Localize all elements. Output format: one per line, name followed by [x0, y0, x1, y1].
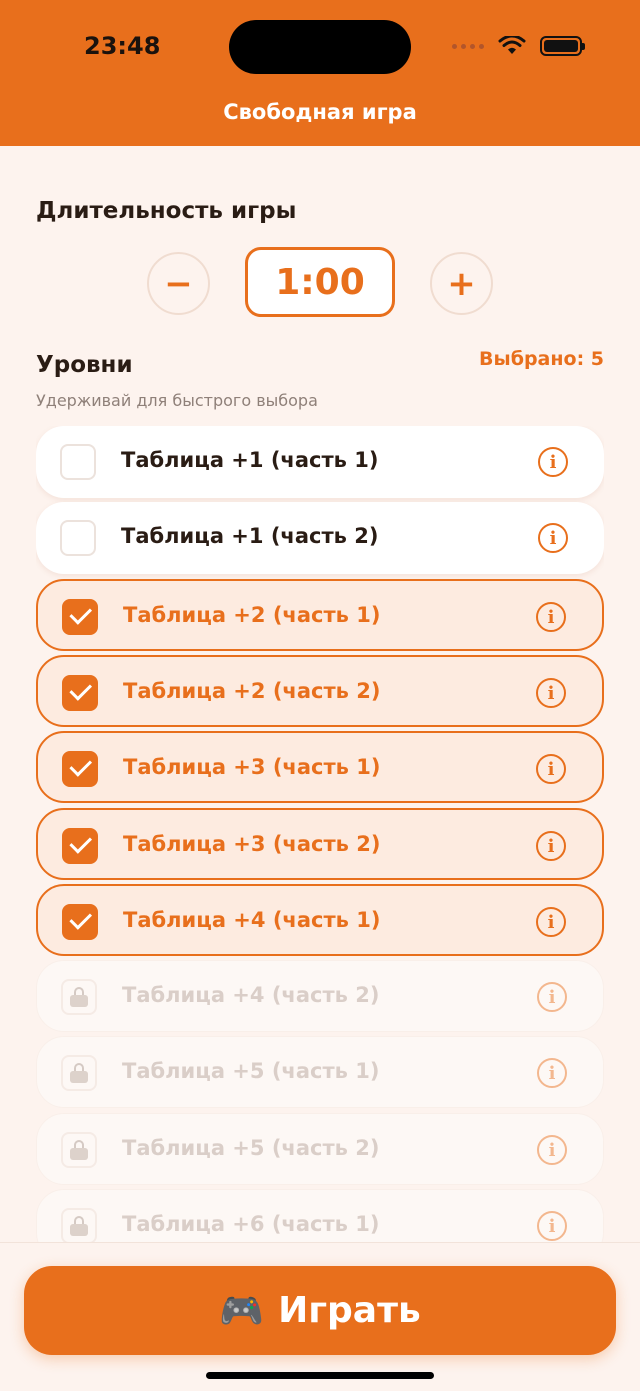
battery-icon [540, 36, 585, 56]
level-label: Таблица +5 (часть 2) [122, 1136, 380, 1160]
page-title: Свободная игра [223, 100, 417, 124]
info-icon[interactable]: i [537, 1058, 567, 1088]
app-header: 23:48 Свободная игра [0, 0, 640, 146]
level-row[interactable]: Таблица +3 (часть 2) i [36, 808, 604, 880]
info-icon[interactable]: i [537, 982, 567, 1012]
status-time: 23:48 [84, 32, 161, 60]
level-label: Таблица +4 (часть 1) [123, 908, 381, 932]
level-row: Таблица +5 (часть 2) i [36, 1113, 604, 1185]
info-icon[interactable]: i [536, 907, 566, 937]
level-label: Таблица +1 (часть 2) [121, 524, 379, 548]
info-icon[interactable]: i [538, 523, 568, 553]
level-row[interactable]: Таблица +1 (часть 1) i [36, 426, 604, 498]
level-label: Таблица +3 (часть 1) [123, 755, 381, 779]
lock-icon [61, 1055, 97, 1091]
level-checkbox[interactable] [60, 520, 96, 556]
duration-increase-button[interactable]: + [430, 252, 493, 315]
duration-value: 1:00 [245, 247, 395, 317]
level-label: Таблица +2 (часть 1) [123, 603, 381, 627]
levels-hint: Удерживай для быстрого выбора [36, 391, 318, 410]
level-label: Таблица +5 (часть 1) [122, 1059, 380, 1083]
info-icon[interactable]: i [537, 1135, 567, 1165]
wifi-icon [498, 36, 526, 54]
home-indicator [206, 1372, 434, 1379]
level-checkbox[interactable] [62, 751, 98, 787]
lock-icon [61, 1132, 97, 1168]
level-label: Таблица +3 (часть 2) [123, 832, 381, 856]
level-label: Таблица +2 (часть 2) [123, 679, 381, 703]
level-checkbox[interactable] [62, 599, 98, 635]
level-label: Таблица +6 (часть 1) [122, 1212, 380, 1236]
gamepad-icon: 🎮 [219, 1290, 265, 1332]
level-row[interactable]: Таблица +2 (часть 1) i [36, 579, 604, 651]
level-row: Таблица +4 (часть 2) i [36, 960, 604, 1032]
status-icons [452, 34, 585, 58]
level-row[interactable]: Таблица +3 (часть 1) i [36, 731, 604, 803]
levels-title: Уровни [36, 352, 133, 378]
info-icon[interactable]: i [536, 754, 566, 784]
cellular-signal-icon [452, 43, 484, 49]
lock-icon [61, 1208, 97, 1242]
level-row[interactable]: Таблица +4 (часть 1) i [36, 884, 604, 956]
duration-decrease-button[interactable]: − [147, 252, 210, 315]
play-button-label: Играть [278, 1290, 421, 1331]
dynamic-island [229, 20, 411, 74]
level-label: Таблица +1 (часть 1) [121, 448, 379, 472]
level-label: Таблица +4 (часть 2) [122, 983, 380, 1007]
duration-title: Длительность игры [36, 198, 297, 224]
level-checkbox[interactable] [62, 675, 98, 711]
selected-count: Выбрано: 5 [479, 348, 604, 370]
info-icon[interactable]: i [537, 1211, 567, 1241]
level-row: Таблица +5 (часть 1) i [36, 1036, 604, 1108]
level-row[interactable]: Таблица +1 (часть 2) i [36, 502, 604, 574]
levels-list[interactable]: Таблица +1 (часть 1) i Таблица +1 (часть 2… [36, 426, 604, 1242]
play-button[interactable]: 🎮 Играть [24, 1266, 616, 1355]
lock-icon [61, 979, 97, 1015]
info-icon[interactable]: i [536, 602, 566, 632]
info-icon[interactable]: i [536, 831, 566, 861]
level-checkbox[interactable] [62, 828, 98, 864]
level-checkbox[interactable] [60, 444, 96, 480]
info-icon[interactable]: i [538, 447, 568, 477]
level-row[interactable]: Таблица +2 (часть 2) i [36, 655, 604, 727]
level-row: Таблица +6 (часть 1) i [36, 1189, 604, 1242]
info-icon[interactable]: i [536, 678, 566, 708]
level-checkbox[interactable] [62, 904, 98, 940]
